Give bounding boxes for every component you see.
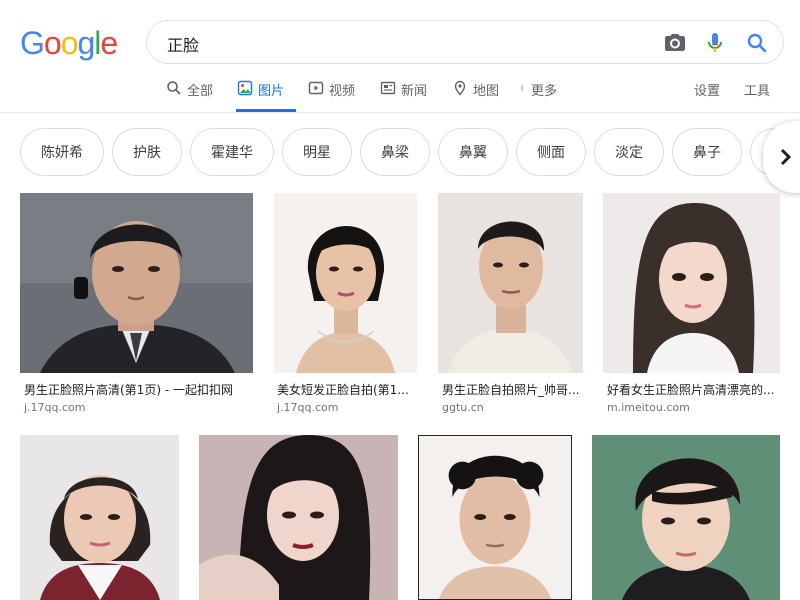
result-caption[interactable]: 男生正脸照片高清(第1页) - 一起扣扣网 <box>24 381 253 398</box>
search-tabs: 全部 图片 视频 新闻 地图 更多 设置 工具 <box>0 74 800 112</box>
result-caption[interactable]: 美女短发正脸自拍(第1... <box>277 381 417 398</box>
image-icon <box>237 80 253 96</box>
tab-video[interactable]: 视频 <box>308 74 355 112</box>
result-image[interactable] <box>438 193 583 373</box>
result-caption[interactable]: 男生正脸自拍照片_帅哥... <box>442 381 583 398</box>
tab-maps[interactable]: 地图 <box>452 74 499 112</box>
photo-boy-fringe <box>592 435 780 600</box>
result-image[interactable] <box>603 193 780 373</box>
result-source[interactable]: ggtu.cn <box>442 401 484 414</box>
tab-label: 工具 <box>744 84 771 99</box>
tools-link[interactable]: 工具 <box>744 74 770 112</box>
tab-label: 图片 <box>258 84 285 99</box>
chip[interactable]: 鼻梁 <box>360 128 430 176</box>
chip[interactable]: 淡定 <box>594 128 664 176</box>
chip[interactable]: 护肤 <box>112 128 182 176</box>
microphone-icon[interactable] <box>703 31 727 55</box>
chevron-right-icon <box>780 148 792 166</box>
chip[interactable]: 陈妍希 <box>20 128 104 176</box>
photo-woman-shorthair <box>274 193 417 373</box>
tab-images[interactable]: 图片 <box>236 74 296 112</box>
result-image[interactable] <box>199 435 398 600</box>
result-source[interactable]: j.17qq.com <box>277 401 339 414</box>
news-icon <box>380 81 396 95</box>
chip[interactable]: 鼻子 <box>672 128 742 176</box>
chip[interactable]: 明星 <box>282 128 352 176</box>
tab-all[interactable]: 全部 <box>166 74 218 112</box>
result-source[interactable]: j.17qq.com <box>24 401 86 414</box>
video-icon <box>308 81 324 95</box>
divider <box>0 112 800 113</box>
camera-icon[interactable] <box>663 31 687 55</box>
photo-man-suit <box>20 193 253 373</box>
map-pin-icon <box>454 80 466 96</box>
more-vert-icon <box>521 85 523 91</box>
tab-label: 设置 <box>694 84 721 99</box>
result-caption[interactable]: 好看女生正脸照片高清漂亮的... <box>607 381 780 398</box>
tab-label: 更多 <box>531 84 558 99</box>
search-input[interactable]: 正脸 <box>167 32 199 56</box>
chip[interactable]: 霍建华 <box>190 128 274 176</box>
result-source[interactable]: m.imeitou.com <box>607 401 690 414</box>
tab-label: 视频 <box>329 84 356 99</box>
search-icon <box>167 81 181 95</box>
logo-letter: e <box>100 25 118 61</box>
settings-link[interactable]: 设置 <box>694 74 720 112</box>
photo-girl-longhair <box>603 193 780 373</box>
search-icon[interactable] <box>745 31 769 55</box>
tab-label: 新闻 <box>401 84 428 99</box>
chip[interactable]: 侧面 <box>516 128 586 176</box>
logo-letter: o <box>60 25 79 61</box>
photo-woman-dark <box>199 435 398 600</box>
tab-news[interactable]: 新闻 <box>380 74 427 112</box>
logo-letter: o <box>43 25 62 61</box>
result-image[interactable] <box>592 435 780 600</box>
result-image[interactable] <box>20 435 179 600</box>
tab-label: 地图 <box>473 84 500 99</box>
tab-more[interactable]: 更多 <box>520 74 557 112</box>
logo-letter: g <box>77 25 95 61</box>
related-chips: 陈妍希 护肤 霍建华 明星 鼻梁 鼻翼 侧面 淡定 鼻子 <box>0 128 800 178</box>
photo-girl-bob <box>20 435 179 600</box>
logo-letter: G <box>20 25 45 61</box>
tab-label: 全部 <box>187 84 214 99</box>
photo-young-man <box>438 193 583 373</box>
google-logo[interactable]: Google <box>20 25 118 61</box>
search-box[interactable]: 正脸 <box>146 20 784 64</box>
photo-woman-curly <box>419 436 571 599</box>
result-image[interactable] <box>20 193 253 373</box>
chip[interactable]: 鼻翼 <box>438 128 508 176</box>
result-image[interactable] <box>418 435 572 600</box>
result-image[interactable] <box>274 193 417 373</box>
